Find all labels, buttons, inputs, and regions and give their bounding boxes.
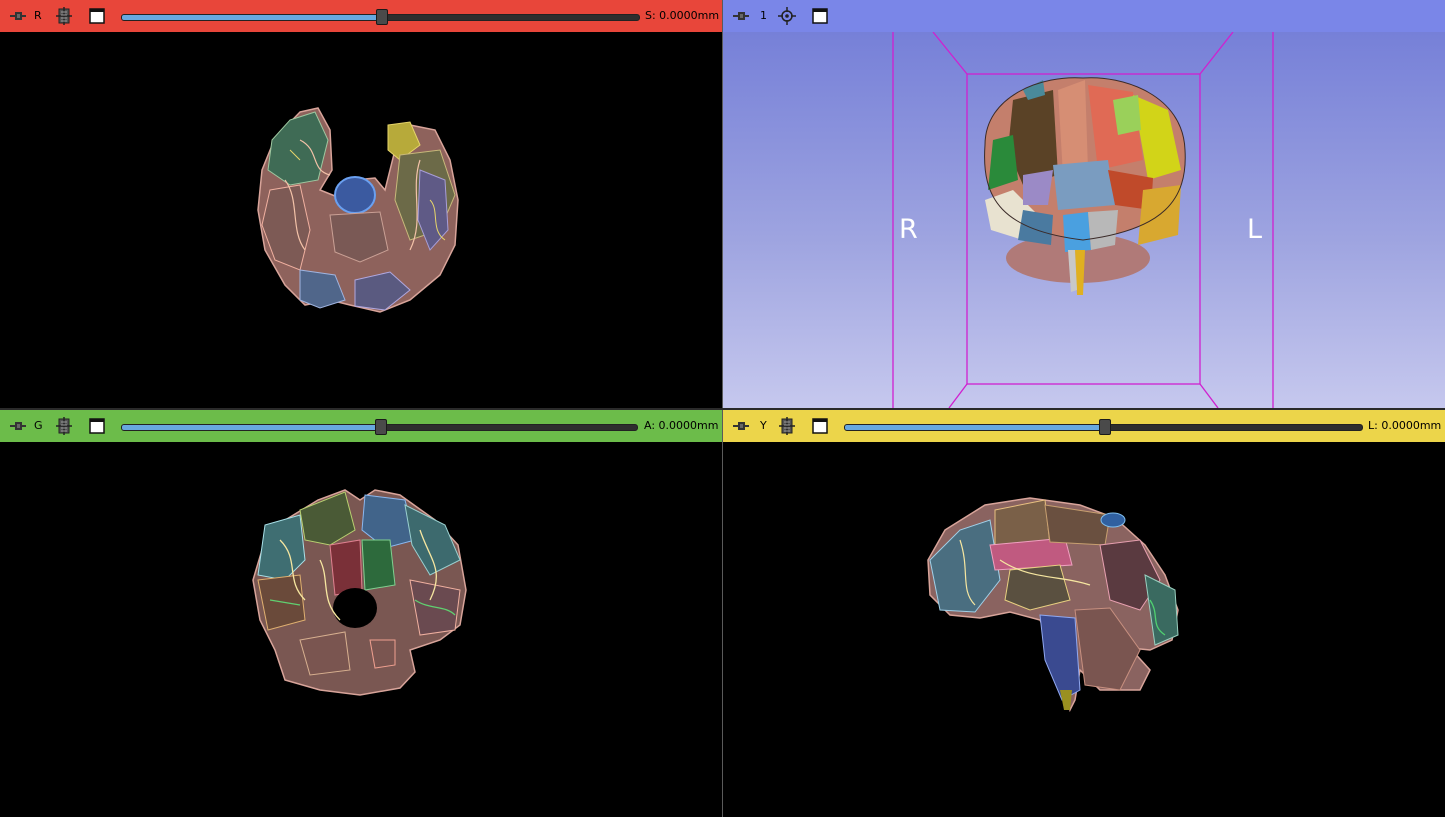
yellow-slice-offset: L: 0.0000mm <box>1368 419 1442 432</box>
three-d-view-controller-bar: 1 <box>723 0 1445 32</box>
horizontal-view-divider[interactable] <box>0 408 1445 410</box>
yellow-view-controller-bar: Y L: 0.0000mm <box>723 410 1445 442</box>
coronal-brain-slice <box>252 489 467 696</box>
red-slice-image[interactable] <box>0 32 722 408</box>
green-slice-view[interactable]: G A: 0.0000mm <box>0 410 722 817</box>
pin-icon[interactable] <box>8 8 28 24</box>
green-slice-slider-handle[interactable] <box>375 419 387 435</box>
three-d-render[interactable]: R L <box>723 31 1445 408</box>
maximize-view-icon[interactable] <box>89 8 105 24</box>
three-d-scene <box>892 31 1274 408</box>
green-view-label: G <box>34 419 43 432</box>
red-slice-offset: S: 0.0000mm <box>645 9 720 22</box>
green-slice-offset: A: 0.0000mm <box>644 419 719 432</box>
yellow-slice-slider-handle[interactable] <box>1099 419 1111 435</box>
link-icon[interactable] <box>778 417 796 435</box>
pin-icon[interactable] <box>8 418 28 434</box>
red-view-label: R <box>34 9 42 22</box>
link-icon[interactable] <box>55 7 73 25</box>
axial-brain-slice <box>257 107 459 313</box>
yellow-slice-image[interactable] <box>723 442 1445 817</box>
orientation-label-right: R <box>899 214 918 245</box>
maximize-view-icon[interactable] <box>812 8 828 24</box>
center-view-icon[interactable] <box>778 7 796 25</box>
red-slice-slider-handle[interactable] <box>376 9 388 25</box>
green-view-controller-bar: G A: 0.0000mm <box>0 410 722 442</box>
yellow-view-label: Y <box>760 419 767 432</box>
link-icon[interactable] <box>55 417 73 435</box>
three-d-view-label: 1 <box>760 9 767 22</box>
orientation-label-left: L <box>1247 214 1263 245</box>
maximize-view-icon[interactable] <box>812 418 828 434</box>
pin-icon[interactable] <box>731 418 751 434</box>
maximize-view-icon[interactable] <box>89 418 105 434</box>
yellow-slice-view[interactable]: Y L: 0.0000mm <box>723 410 1445 817</box>
green-slice-image[interactable] <box>0 442 722 817</box>
red-view-controller-bar: R S: 0.0000mm <box>0 0 722 32</box>
red-slice-view[interactable]: R S: 0.0000mm <box>0 0 722 408</box>
brain-model <box>984 77 1186 295</box>
pin-icon[interactable] <box>731 8 751 24</box>
three-d-view[interactable]: 1 R L <box>723 0 1445 408</box>
sagittal-brain-slice <box>927 497 1179 713</box>
